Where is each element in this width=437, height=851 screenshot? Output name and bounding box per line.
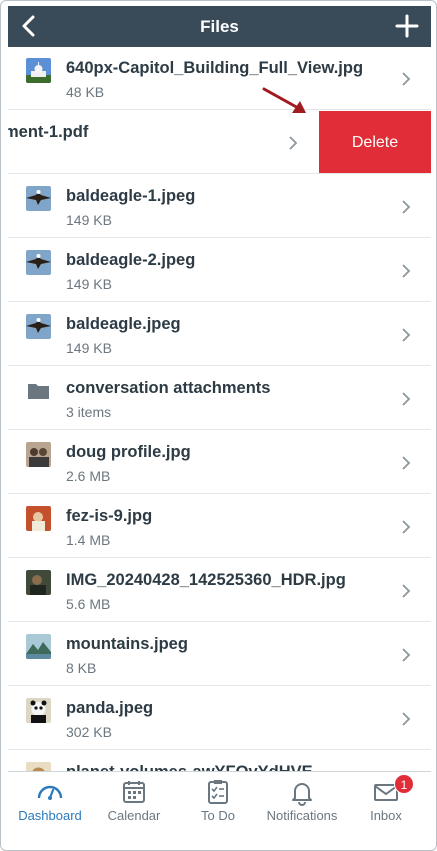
chevron-right-icon bbox=[402, 328, 411, 342]
file-name: baldeagle-1.jpeg bbox=[66, 187, 196, 205]
calendar-icon bbox=[123, 781, 145, 803]
item-count: 3 items bbox=[66, 404, 112, 420]
eagle-thumbnail-icon bbox=[26, 314, 51, 339]
tab-label: To Do bbox=[201, 808, 235, 823]
photo-thumbnail-icon bbox=[26, 762, 51, 771]
file-row-baldeagle-2[interactable]: baldeagle-2.jpeg 149 KB bbox=[8, 239, 431, 302]
page-title: Files bbox=[200, 16, 239, 36]
chevron-right-icon bbox=[402, 392, 411, 406]
folder-name: conversation attachments bbox=[66, 379, 271, 397]
chevron-right-icon bbox=[402, 72, 411, 86]
chevron-right-icon bbox=[402, 264, 411, 278]
bell-icon bbox=[292, 783, 312, 806]
file-name: 640px-Capitol_Building_Full_View.jpg bbox=[66, 59, 364, 77]
file-row-baldeagle-1[interactable]: baldeagle-1.jpeg 149 KB bbox=[8, 175, 431, 238]
file-row-swiped[interactable]: ment-1.pdf Delete bbox=[8, 111, 431, 174]
delete-label: Delete bbox=[351, 133, 399, 151]
file-name: doug profile.jpg bbox=[66, 443, 191, 461]
file-name: ment-1.pdf bbox=[8, 123, 89, 141]
nav-header: Files bbox=[8, 6, 431, 47]
file-row-panda[interactable]: panda.jpeg 302 KB bbox=[8, 687, 431, 750]
file-list: 640px-Capitol_Building_Full_View.jpg 48 … bbox=[8, 47, 431, 771]
file-name: IMG_20240428_142525360_HDR.jpg bbox=[66, 571, 346, 589]
tab-bar: Dashboard Calendar To Do Notifications 1… bbox=[8, 771, 431, 847]
plus-icon[interactable] bbox=[393, 12, 421, 40]
file-name: baldeagle.jpeg bbox=[66, 315, 181, 333]
panda-thumbnail-icon bbox=[26, 698, 51, 723]
file-size: 2.6 MB bbox=[66, 468, 111, 484]
file-size: 48 KB bbox=[66, 84, 105, 100]
file-size: 8 KB bbox=[66, 660, 97, 676]
file-name: planet-volumes-awYFOvYdHVE- bbox=[66, 763, 318, 771]
folder-icon bbox=[28, 384, 49, 399]
photo-thumbnail-icon bbox=[26, 506, 51, 531]
back-chevron-icon[interactable] bbox=[16, 12, 44, 40]
file-size: 302 KB bbox=[66, 724, 112, 740]
tab-todo[interactable]: To Do bbox=[176, 772, 260, 848]
tab-label: Dashboard bbox=[18, 808, 82, 823]
capitol-thumbnail-icon bbox=[26, 58, 51, 83]
file-size: 149 KB bbox=[66, 340, 112, 356]
chevron-right-icon bbox=[289, 136, 298, 150]
file-row-planet-volumes[interactable]: planet-volumes-awYFOvYdHVE- bbox=[8, 751, 431, 771]
phone-screen: Files 640px-Capitol_Building_Full_View.j… bbox=[0, 0, 437, 851]
photo-thumbnail-icon bbox=[26, 442, 51, 467]
eagle-thumbnail-icon bbox=[26, 250, 51, 275]
todo-icon bbox=[208, 780, 228, 804]
file-row-img-hdr[interactable]: IMG_20240428_142525360_HDR.jpg 5.6 MB bbox=[8, 559, 431, 622]
file-row-doug-profile[interactable]: doug profile.jpg 2.6 MB bbox=[8, 431, 431, 494]
tab-inbox[interactable]: 1 Inbox bbox=[344, 772, 428, 848]
file-size: 5.6 MB bbox=[66, 596, 111, 612]
file-row-baldeagle[interactable]: baldeagle.jpeg 149 KB bbox=[8, 303, 431, 366]
file-name: panda.jpeg bbox=[66, 699, 154, 717]
file-size: 149 KB bbox=[66, 276, 112, 292]
file-row-capitol[interactable]: 640px-Capitol_Building_Full_View.jpg 48 … bbox=[8, 47, 431, 110]
file-size: 149 KB bbox=[66, 212, 112, 228]
tab-label: Notifications bbox=[266, 808, 338, 823]
file-row-fez-is-9[interactable]: fez-is-9.jpg 1.4 MB bbox=[8, 495, 431, 558]
folder-row-conversation-attachments[interactable]: conversation attachments 3 items bbox=[8, 367, 431, 430]
chevron-right-icon bbox=[402, 584, 411, 598]
tab-label: Inbox bbox=[370, 808, 402, 823]
file-row-mountains[interactable]: mountains.jpeg 8 KB bbox=[8, 623, 431, 686]
tab-calendar[interactable]: Calendar bbox=[92, 772, 176, 848]
annotation-arrow-icon bbox=[262, 87, 306, 113]
photo-thumbnail-icon bbox=[26, 570, 51, 595]
file-name: fez-is-9.jpg bbox=[66, 507, 153, 525]
chevron-right-icon bbox=[402, 200, 411, 214]
chevron-right-icon bbox=[402, 520, 411, 534]
file-name: baldeagle-2.jpeg bbox=[66, 251, 196, 269]
tab-notifications[interactable]: Notifications bbox=[260, 772, 344, 848]
unread-badge: 1 bbox=[394, 774, 414, 794]
chevron-right-icon bbox=[402, 456, 411, 470]
delete-button[interactable]: Delete bbox=[319, 111, 431, 173]
file-size: 1.4 MB bbox=[66, 532, 111, 548]
mountains-thumbnail-icon bbox=[26, 634, 51, 659]
chevron-right-icon bbox=[402, 648, 411, 662]
tab-label: Calendar bbox=[107, 808, 161, 823]
eagle-thumbnail-icon bbox=[26, 186, 51, 211]
chevron-right-icon bbox=[402, 712, 411, 726]
file-name: mountains.jpeg bbox=[66, 635, 188, 653]
dashboard-icon bbox=[37, 785, 63, 800]
tab-dashboard[interactable]: Dashboard bbox=[8, 772, 92, 848]
